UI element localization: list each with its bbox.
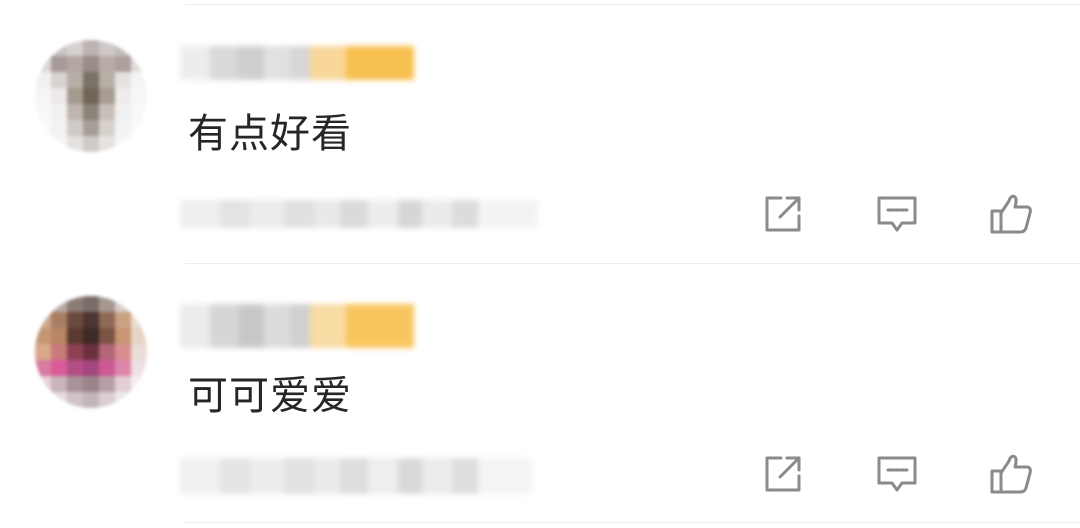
share-icon [765, 456, 801, 492]
reply-icon [877, 196, 917, 232]
like-icon [990, 454, 1032, 494]
bottom-divider [185, 522, 1080, 523]
avatar[interactable] [35, 296, 147, 408]
share-icon [765, 196, 801, 232]
share-button[interactable] [757, 188, 809, 240]
comment-meta-blurred [180, 200, 538, 228]
like-button[interactable] [985, 188, 1037, 240]
reply-icon [877, 456, 917, 492]
reply-button[interactable] [871, 188, 923, 240]
comment-meta-blurred [180, 458, 532, 494]
comment-item: 有点好看 [0, 0, 1080, 260]
like-icon [990, 194, 1032, 234]
username-blurred[interactable] [180, 46, 414, 80]
comment-text: 可可爱爱 [188, 373, 352, 419]
like-button[interactable] [985, 448, 1037, 500]
comment-item: 可可爱爱 [0, 260, 1080, 520]
share-button[interactable] [757, 448, 809, 500]
comment-text: 有点好看 [188, 111, 352, 157]
username-blurred[interactable] [180, 304, 414, 348]
avatar[interactable] [35, 40, 147, 152]
reply-button[interactable] [871, 448, 923, 500]
